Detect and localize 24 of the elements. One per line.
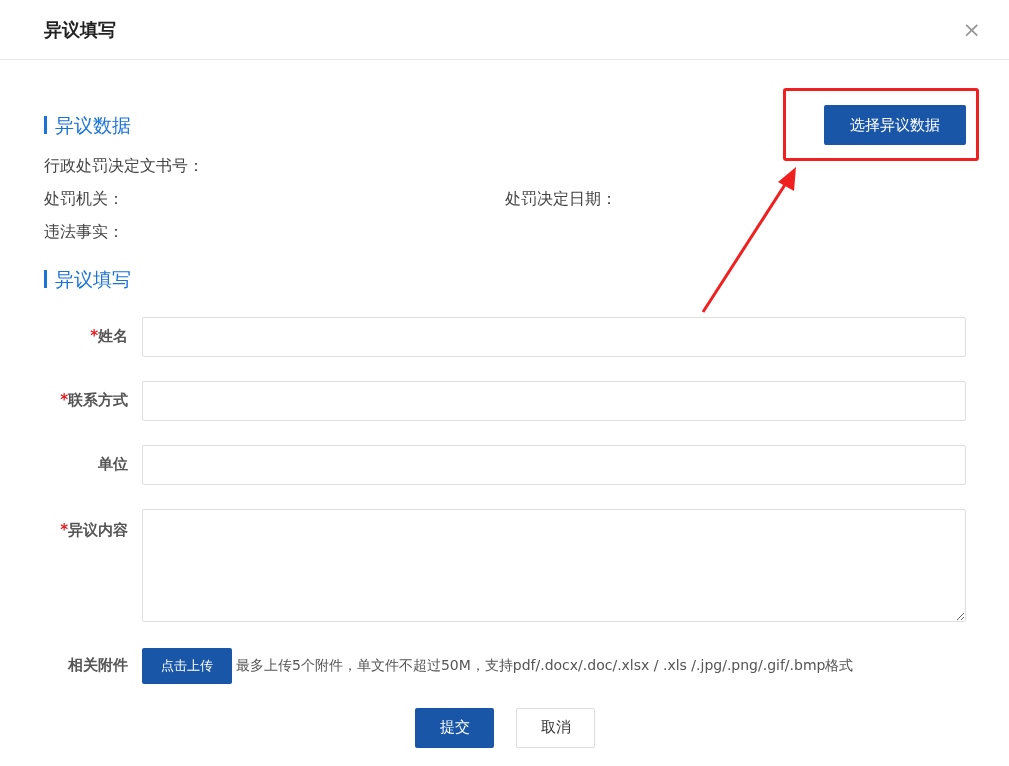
field-label: 异议内容 [68,519,128,541]
required-mark: * [60,390,68,412]
field-label: 单位 [98,454,128,476]
upload-button[interactable]: 点击上传 [142,647,232,684]
input-field[interactable] [142,316,966,357]
select-data-button[interactable]: 选择异议数据 [824,105,966,145]
upload-hint: 最多上传5个附件，单文件不超过50M，支持pdf/.docx/.doc/.xlsx / .xls /.jpg/.png/.gif/.bmp格式 [236,656,854,675]
field-label: 相关附件 [67,655,129,677]
section-heading: 异议填写 [44,270,131,288]
info-label: 行政处罚决定文书号： [44,155,205,177]
info-label: 处罚机关： [44,188,125,210]
cancel-button[interactable]: 取消 [516,707,595,748]
section-heading: 异议数据 [44,116,131,134]
required-mark: * [60,519,68,541]
dialog-title: 异议填写 [44,18,116,42]
input-field[interactable] [142,380,966,421]
submit-button[interactable]: 提交 [415,707,494,748]
required-mark: * [90,326,98,348]
text-area[interactable] [142,508,966,622]
info-label: 处罚决定日期： [505,188,617,210]
field-label: 联系方式 [68,390,128,412]
input-field[interactable] [142,444,966,485]
info-label: 违法事实： [44,221,125,243]
field-label: 姓名 [98,326,128,348]
